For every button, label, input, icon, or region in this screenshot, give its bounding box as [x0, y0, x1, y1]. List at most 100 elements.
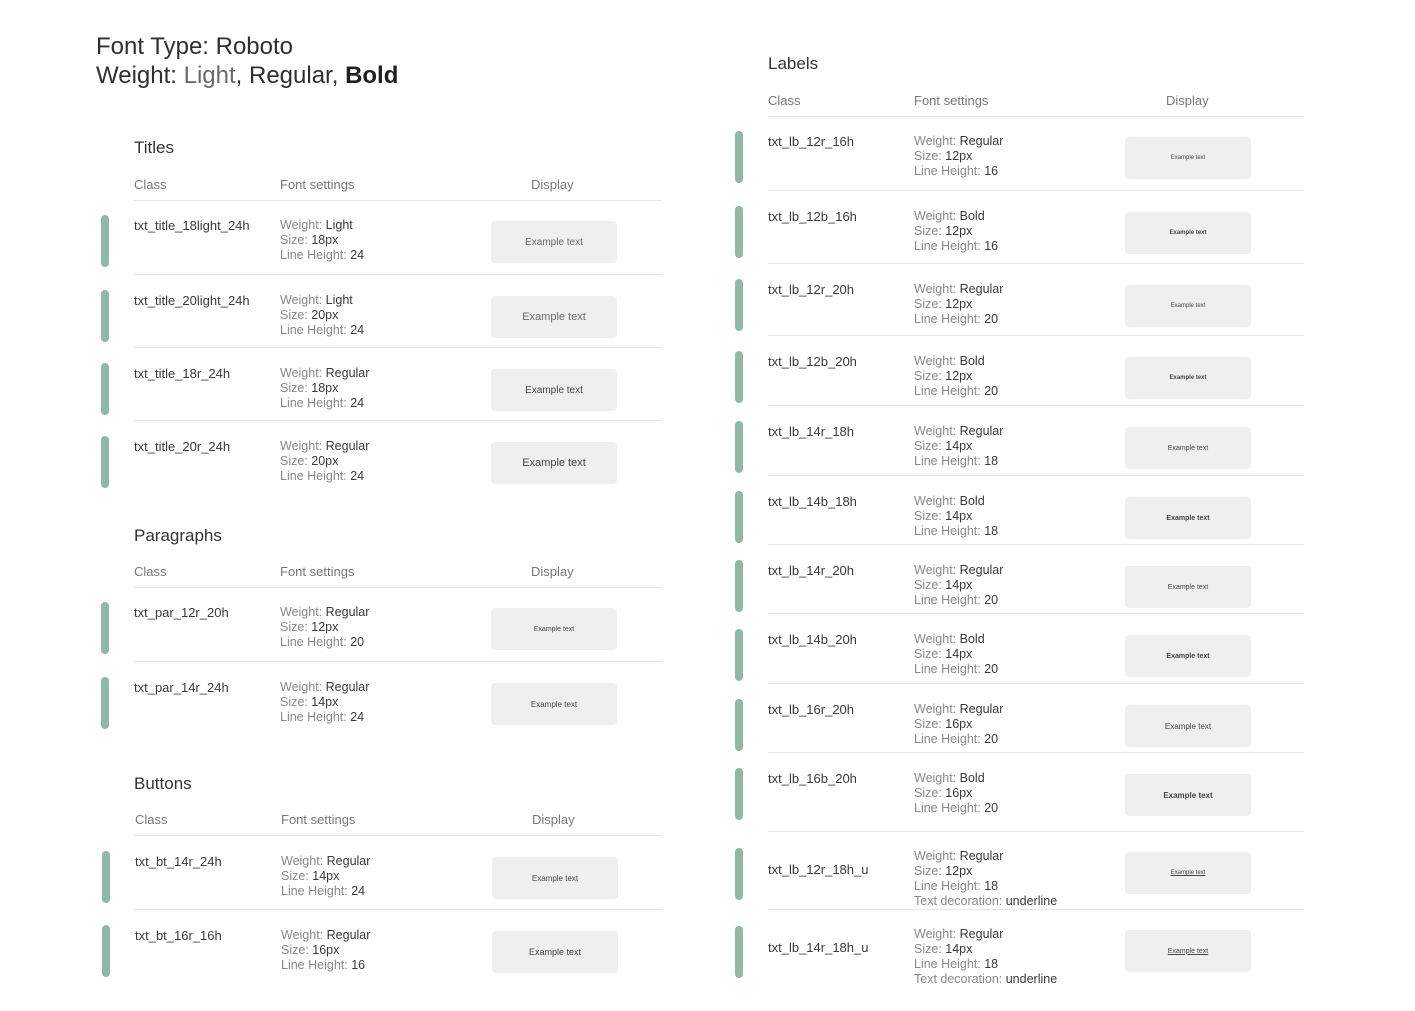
setting-value: 20 — [984, 662, 999, 676]
table-row: txt_title_20light_24h Weight: Light Size: … — [101, 285, 662, 355]
setting-lh: Line Height: 20 — [280, 635, 369, 650]
row-divider — [134, 347, 662, 348]
setting-size: Size: 20px — [280, 454, 369, 469]
setting-lh: Line Height: 24 — [280, 396, 369, 411]
setting-size: Size: 12px — [914, 864, 1057, 879]
example-text-display: Example text — [492, 857, 618, 899]
section-title-buttons: Buttons — [134, 774, 192, 793]
col-head-font-settings: Font settings — [914, 93, 989, 108]
row-accent-bar — [735, 926, 743, 978]
setting-value: 14px — [945, 647, 973, 661]
font-settings: Weight: Regular Size: 12px Line Height: 20 — [280, 605, 369, 650]
table-row: txt_par_14r_24h Weight: Regular Size: 14px… — [101, 672, 662, 742]
setting-label: Line Height: — [914, 732, 981, 746]
font-settings: Weight: Regular Size: 16px Line Height: 20 — [914, 702, 1003, 747]
example-text-display: Example text — [492, 931, 618, 973]
table-row: txt_lb_16r_20h Weight: Regular Size: 16px L… — [735, 694, 1304, 764]
setting-label: Weight: — [914, 282, 957, 296]
setting-size: Size: 14px — [914, 942, 1057, 957]
example-text-display: Example text — [1125, 705, 1251, 747]
class-name: txt_lb_14r_20h — [768, 563, 855, 578]
example-text-display: Example text — [491, 221, 617, 263]
setting-label: Weight: — [914, 424, 957, 438]
setting-label: Size: — [280, 454, 308, 468]
setting-value: 24 — [350, 396, 365, 410]
setting-label: Size: — [280, 233, 308, 247]
setting-value: 24 — [350, 469, 365, 483]
setting-label: Weight: — [280, 439, 323, 453]
row-accent-bar — [735, 560, 743, 612]
setting-weight: Weight: Regular — [281, 928, 370, 943]
col-head-font-settings: Font settings — [280, 177, 355, 192]
setting-label: Line Height: — [281, 884, 348, 898]
section-title-titles: Titles — [134, 138, 174, 157]
setting-weight: Weight: Regular — [280, 605, 369, 620]
row-divider — [768, 190, 1304, 191]
setting-value: 20px — [311, 308, 339, 322]
setting-value: 14px — [945, 439, 973, 453]
setting-value: 18px — [311, 381, 339, 395]
row-accent-bar — [735, 848, 743, 900]
setting-label: Line Height: — [280, 635, 347, 649]
setting-label: Line Height: — [914, 384, 981, 398]
setting-weight: Weight: Regular — [914, 282, 1003, 297]
setting-size: Size: 16px — [281, 943, 370, 958]
setting-value: Regular — [959, 563, 1004, 577]
setting-lh: Line Height: 20 — [914, 593, 1003, 608]
row-accent-bar — [101, 677, 109, 729]
class-name: txt_lb_14r_18h_u — [768, 940, 869, 955]
row-accent-bar — [101, 602, 109, 654]
setting-value: underline — [1005, 972, 1058, 986]
setting-value: Bold — [959, 494, 985, 508]
setting-value: 14px — [945, 578, 973, 592]
setting-size: Size: 14px — [914, 509, 998, 524]
setting-value: 12px — [945, 149, 973, 163]
setting-label: Size: — [281, 943, 309, 957]
setting-size: Size: 14px — [281, 869, 370, 884]
setting-value: Regular — [325, 366, 370, 380]
setting-lh: Line Height: 18 — [914, 524, 998, 539]
setting-weight: Weight: Regular — [281, 854, 370, 869]
row-accent-bar — [735, 421, 743, 473]
setting-value: 18 — [984, 454, 999, 468]
setting-label: Size: — [914, 297, 942, 311]
setting-value: 20 — [984, 801, 999, 815]
setting-label: Weight: — [914, 632, 957, 646]
example-text-display: Example text — [491, 683, 617, 725]
row-accent-bar — [101, 363, 109, 415]
class-name: txt_lb_14b_18h — [768, 494, 857, 509]
setting-label: Line Height: — [914, 239, 981, 253]
table-row: txt_lb_12b_16h Weight: Bold Size: 12px Line… — [735, 201, 1304, 271]
class-name: txt_lb_16b_20h — [768, 771, 857, 786]
table-row: txt_bt_14r_24h Weight: Regular Size: 14px L… — [102, 846, 662, 916]
row-divider — [768, 475, 1304, 476]
setting-weight: Weight: Regular — [280, 366, 369, 381]
example-text-display: Example text — [491, 608, 617, 650]
setting-value: 16px — [312, 943, 340, 957]
table-row: txt_title_20r_24h Weight: Regular Size: 20… — [101, 431, 662, 501]
setting-label: Line Height: — [914, 312, 981, 326]
class-name: txt_title_20light_24h — [134, 293, 250, 308]
class-name: txt_title_20r_24h — [134, 439, 231, 454]
font-settings: Weight: Regular Size: 12px Line Height: 16 — [914, 134, 1003, 179]
header-divider — [768, 116, 1304, 117]
font-settings: Weight: Bold Size: 14px Line Height: 18 — [914, 494, 998, 539]
setting-value: Regular — [959, 702, 1004, 716]
setting-value: Regular — [959, 134, 1004, 148]
setting-value: Regular — [326, 928, 371, 942]
setting-label: Line Height: — [914, 593, 981, 607]
setting-lh: Line Height: 20 — [914, 384, 998, 399]
setting-value: 24 — [350, 710, 365, 724]
setting-value: Regular — [959, 849, 1004, 863]
setting-value: 24 — [350, 323, 365, 337]
setting-value: 16 — [984, 164, 999, 178]
setting-value: 18px — [311, 233, 339, 247]
setting-value: 14px — [312, 869, 340, 883]
font-settings: Weight: Regular Size: 14px Line Height: 24 — [280, 680, 369, 725]
class-name: txt_lb_12r_18h_u — [768, 862, 869, 877]
col-head-display: Display — [532, 812, 575, 827]
setting-size: Size: 12px — [914, 224, 998, 239]
setting-lh: Line Height: 20 — [914, 732, 1003, 747]
row-accent-bar — [101, 436, 109, 488]
setting-label: Size: — [281, 869, 309, 883]
